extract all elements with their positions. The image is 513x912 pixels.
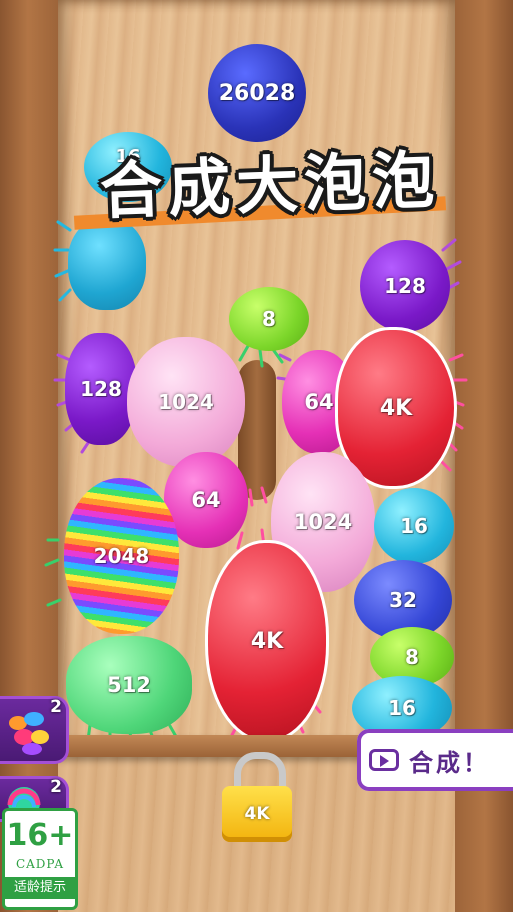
- bubble-128-right-top[interactable]: 128: [360, 240, 450, 332]
- bubble-label: 2048: [93, 544, 150, 568]
- bubble-2048-rainbow[interactable]: 2048: [64, 478, 179, 634]
- game-title: 合成大泡泡: [99, 143, 442, 228]
- powerup-count: 2: [50, 697, 62, 717]
- video-play-icon: [369, 749, 399, 771]
- bubble-label: 64: [191, 488, 221, 512]
- bubble-label: 1024: [293, 510, 353, 534]
- bubble-label: 64: [304, 390, 334, 414]
- powerup-candy[interactable]: 2: [0, 696, 69, 764]
- bubble-16-right[interactable]: 16: [374, 488, 454, 564]
- bubble-label: 8: [262, 307, 276, 331]
- bubble-1024-left[interactable]: 1024: [127, 337, 245, 467]
- bubble-label: 8: [405, 645, 419, 669]
- bubble-label: 16: [400, 514, 428, 538]
- locked-target[interactable]: 4K: [222, 752, 292, 842]
- bubble-8-center[interactable]: 8: [229, 287, 309, 351]
- bubble-label: 26028: [218, 80, 296, 106]
- lock-label: 4K: [244, 804, 270, 824]
- candy-pile-icon: [9, 712, 49, 755]
- padlock-icon: 4K: [222, 786, 292, 842]
- powerup-count: 2: [50, 777, 62, 797]
- merge-button-label: 合成！: [409, 748, 490, 777]
- bubble-512-left[interactable]: 512: [66, 636, 192, 734]
- age-rating-value: 16+: [6, 818, 74, 853]
- bubble-label: 4K: [250, 628, 284, 654]
- rating-tip: 适龄提示: [5, 877, 75, 899]
- bubble-label: 512: [107, 673, 151, 697]
- bubble-4k-center[interactable]: 4K: [205, 540, 329, 742]
- rating-org: CADPA: [15, 857, 65, 871]
- bubble-label: 32: [389, 588, 417, 612]
- age-rating-badge: 16+ CADPA 适龄提示: [2, 808, 78, 910]
- bubble-label: 1024: [158, 390, 214, 414]
- bubble-label: 128: [384, 274, 426, 298]
- bubble-label: 128: [80, 377, 122, 401]
- bubble-label: 4K: [379, 395, 413, 421]
- merge-video-button[interactable]: 合成！: [357, 729, 513, 791]
- game-stage: 26028 16 合成大泡泡 128 8 128 1024 64 4K 64 1…: [0, 0, 513, 912]
- bubble-label: 16: [388, 696, 416, 720]
- bubble-128-left[interactable]: 128: [65, 333, 137, 445]
